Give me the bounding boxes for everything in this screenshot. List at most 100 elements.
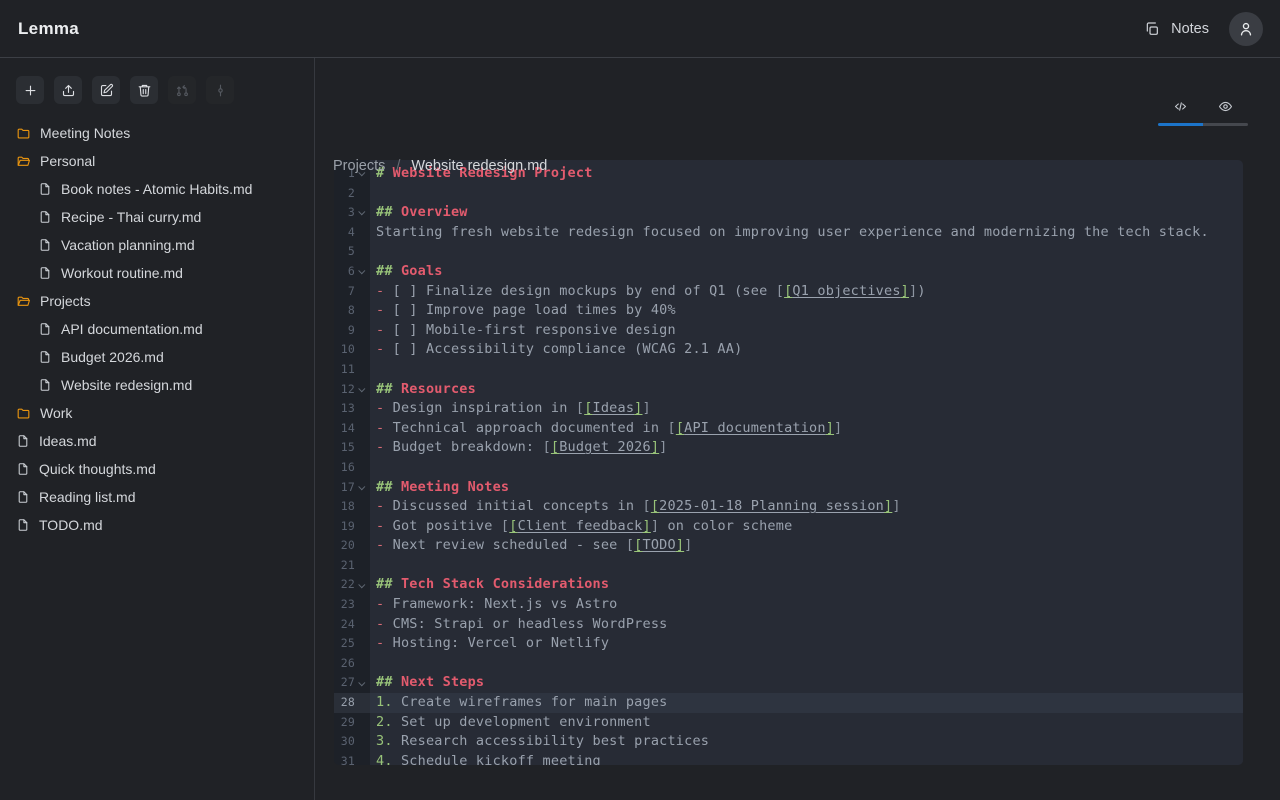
line-code[interactable]: ## Next Steps bbox=[370, 673, 1243, 693]
md-hash: ## bbox=[376, 674, 401, 690]
line-code[interactable]: - [ ] Improve page load times by 40% bbox=[370, 301, 1243, 321]
line-number: 29 bbox=[341, 713, 355, 733]
tree-item-work[interactable]: Work bbox=[0, 399, 314, 427]
line-code[interactable]: ## Resources bbox=[370, 380, 1243, 400]
tree-item-vacation-planning-md[interactable]: Vacation planning.md bbox=[0, 231, 314, 259]
file-icon bbox=[38, 238, 52, 252]
line-code[interactable]: 4. Schedule kickoff meeting bbox=[370, 752, 1243, 765]
line-code[interactable]: - CMS: Strapi or headless WordPress bbox=[370, 615, 1243, 635]
new-note-button[interactable] bbox=[16, 76, 44, 104]
line-code[interactable]: ## Goals bbox=[370, 262, 1243, 282]
line-code[interactable] bbox=[370, 184, 1243, 204]
line-code[interactable] bbox=[370, 556, 1243, 576]
line-code[interactable]: - Got positive [[Client feedback]] on co… bbox=[370, 517, 1243, 537]
tree-item-label: Reading list.md bbox=[39, 489, 136, 505]
editor-line: 10- [ ] Accessibility compliance (WCAG 2… bbox=[334, 340, 1243, 360]
editor-line: 26 bbox=[334, 654, 1243, 674]
tree-item-meeting-notes[interactable]: Meeting Notes bbox=[0, 119, 314, 147]
folder-open-icon bbox=[16, 154, 31, 169]
line-code[interactable]: - Hosting: Vercel or Netlify bbox=[370, 634, 1243, 654]
fold-chevron-icon[interactable] bbox=[355, 681, 370, 686]
line-code[interactable]: - [ ] Accessibility compliance (WCAG 2.1… bbox=[370, 340, 1243, 360]
trash-icon bbox=[137, 83, 152, 98]
tree-item-todo-md[interactable]: TODO.md bbox=[0, 511, 314, 539]
line-code[interactable]: ## Meeting Notes bbox=[370, 478, 1243, 498]
line-code[interactable]: 3. Research accessibility best practices bbox=[370, 732, 1243, 752]
line-code[interactable]: 1. Create wireframes for main pages bbox=[370, 693, 1243, 713]
tree-item-ideas-md[interactable]: Ideas.md bbox=[0, 427, 314, 455]
tab-code[interactable] bbox=[1158, 92, 1203, 120]
line-code[interactable] bbox=[370, 360, 1243, 380]
line-number: 11 bbox=[341, 360, 355, 380]
line-code[interactable]: - [ ] Finalize design mockups by end of … bbox=[370, 282, 1243, 302]
editor-line: 24- CMS: Strapi or headless WordPress bbox=[334, 615, 1243, 635]
person-icon bbox=[1237, 20, 1255, 38]
md-wikilink-bracket: ] bbox=[651, 439, 659, 455]
line-code[interactable]: 2. Set up development environment bbox=[370, 713, 1243, 733]
line-gutter: 10 bbox=[334, 340, 370, 360]
line-number: 5 bbox=[348, 242, 355, 262]
line-gutter: 9 bbox=[334, 321, 370, 341]
eye-icon bbox=[1218, 99, 1233, 114]
line-code[interactable]: - Framework: Next.js vs Astro bbox=[370, 595, 1243, 615]
editor-line: 13- Design inspiration in [[Ideas]] bbox=[334, 399, 1243, 419]
line-code[interactable]: ## Tech Stack Considerations bbox=[370, 575, 1243, 595]
avatar-button[interactable] bbox=[1229, 12, 1263, 46]
tree-item-projects[interactable]: Projects bbox=[0, 287, 314, 315]
line-gutter: 26 bbox=[334, 654, 370, 674]
md-list-dash: - bbox=[376, 400, 393, 416]
line-code[interactable]: - Discussed initial concepts in [[2025-0… bbox=[370, 497, 1243, 517]
line-code[interactable] bbox=[370, 242, 1243, 262]
delete-button[interactable] bbox=[130, 76, 158, 104]
line-gutter: 28 bbox=[334, 693, 370, 713]
md-list-dash: - bbox=[376, 596, 393, 612]
md-wikilink-bracket: [ bbox=[634, 537, 642, 553]
tree-item-label: Recipe - Thai curry.md bbox=[61, 209, 201, 225]
md-bracket-outer: [ bbox=[576, 400, 584, 416]
fold-chevron-icon[interactable] bbox=[355, 485, 370, 490]
main-panel: Projects / Website redesign.md 1# Websit… bbox=[315, 58, 1280, 800]
edit-button[interactable] bbox=[92, 76, 120, 104]
tree-item-reading-list-md[interactable]: Reading list.md bbox=[0, 483, 314, 511]
tree-item-workout-routine-md[interactable]: Workout routine.md bbox=[0, 259, 314, 287]
tree-item-recipe-thai-curry-md[interactable]: Recipe - Thai curry.md bbox=[0, 203, 314, 231]
breadcrumb: Projects / Website redesign.md bbox=[333, 158, 547, 174]
fold-chevron-icon[interactable] bbox=[355, 387, 370, 392]
line-code[interactable] bbox=[370, 654, 1243, 674]
tree-item-quick-thoughts-md[interactable]: Quick thoughts.md bbox=[0, 455, 314, 483]
tree-item-book-notes-atomic-habits-md[interactable]: Book notes - Atomic Habits.md bbox=[0, 175, 314, 203]
tree-item-api-documentation-md[interactable]: API documentation.md bbox=[0, 315, 314, 343]
view-toggle-indicator bbox=[1158, 123, 1248, 126]
upload-button[interactable] bbox=[54, 76, 82, 104]
line-code[interactable]: - Design inspiration in [[Ideas]] bbox=[370, 399, 1243, 419]
md-bracket-outer: [ bbox=[667, 420, 675, 436]
line-code[interactable]: - Budget breakdown: [[Budget 2026]] bbox=[370, 438, 1243, 458]
tree-item-budget-2026-md[interactable]: Budget 2026.md bbox=[0, 343, 314, 371]
md-heading: Meeting Notes bbox=[401, 479, 509, 495]
line-code[interactable] bbox=[370, 458, 1243, 478]
line-code[interactable]: - Next review scheduled - see [[TODO]] bbox=[370, 536, 1243, 556]
md-bracket-outer: [ bbox=[543, 439, 551, 455]
tree-item-personal[interactable]: Personal bbox=[0, 147, 314, 175]
editor-line: 27## Next Steps bbox=[334, 673, 1243, 693]
tree-item-website-redesign-md[interactable]: Website redesign.md bbox=[0, 371, 314, 399]
notes-button[interactable]: Notes bbox=[1144, 21, 1209, 37]
line-number: 31 bbox=[341, 752, 355, 765]
editor-line: 12## Resources bbox=[334, 380, 1243, 400]
md-list-dash: - bbox=[376, 616, 393, 632]
line-code[interactable]: Starting fresh website redesign focused … bbox=[370, 223, 1243, 243]
fold-chevron-icon[interactable] bbox=[355, 583, 370, 588]
line-code[interactable]: - Technical approach documented in [[API… bbox=[370, 419, 1243, 439]
markdown-editor[interactable]: 1# Website Redesign Project23## Overview… bbox=[334, 160, 1243, 765]
line-code[interactable]: ## Overview bbox=[370, 203, 1243, 223]
file-icon bbox=[16, 434, 30, 448]
tab-preview[interactable] bbox=[1203, 92, 1248, 120]
editor-line: 9- [ ] Mobile-first responsive design bbox=[334, 321, 1243, 341]
line-code[interactable]: - [ ] Mobile-first responsive design bbox=[370, 321, 1243, 341]
md-wikilink-text: API documentation bbox=[684, 420, 826, 436]
folder-closed-icon bbox=[16, 126, 31, 141]
sidebar-toolbar bbox=[0, 76, 314, 104]
copy-icon bbox=[1144, 21, 1160, 37]
fold-chevron-icon[interactable] bbox=[355, 269, 370, 274]
fold-chevron-icon[interactable] bbox=[355, 210, 370, 215]
